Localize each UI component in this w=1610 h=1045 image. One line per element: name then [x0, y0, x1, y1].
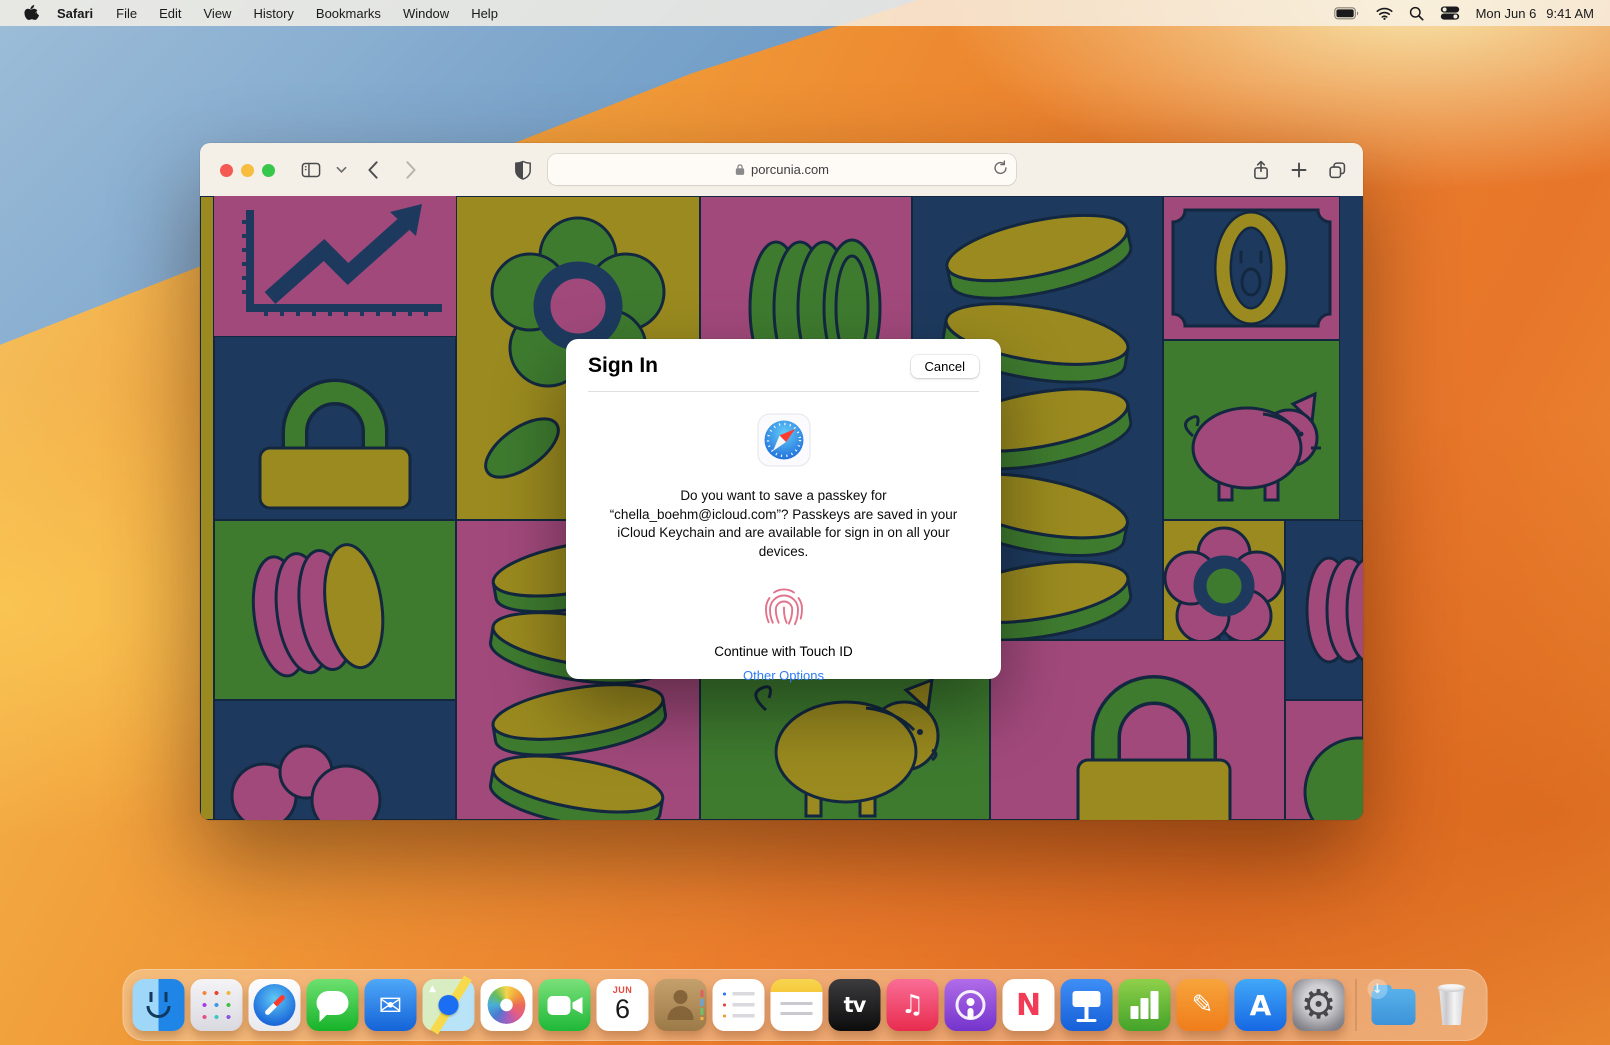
sidebar-toggle-icon[interactable]	[298, 157, 324, 183]
dock-icon-glyph	[150, 992, 153, 1002]
share-icon[interactable]	[1248, 157, 1274, 183]
dock-icon-safari[interactable]	[249, 979, 301, 1031]
dock-icon-downloads[interactable]	[1368, 979, 1420, 1031]
dock-icon-keynote[interactable]	[1061, 979, 1113, 1031]
dock-icon-glyph	[147, 1006, 171, 1018]
dock-icon-tv[interactable]	[829, 979, 881, 1031]
dock-icon-glyph	[1141, 998, 1149, 1019]
dock-icon-glyph	[488, 986, 526, 1024]
status-date: Mon Jun 6	[1476, 6, 1537, 21]
dock-icon-glyph	[1085, 1007, 1089, 1019]
dock-icon-reminders[interactable]	[713, 979, 765, 1031]
touch-id-icon	[760, 584, 808, 632]
dock-icon-glyph	[1439, 987, 1465, 1025]
dock-icon-glyph	[548, 996, 571, 1015]
new-tab-icon[interactable]	[1286, 157, 1312, 183]
dock-icon-glyph	[674, 990, 688, 1004]
dock-icon-app-store[interactable]	[1235, 979, 1287, 1031]
battery-icon[interactable]	[1334, 7, 1360, 20]
status-time: 9:41 AM	[1546, 6, 1594, 21]
dock-icon-glyph	[320, 1010, 332, 1022]
dock-trailing	[1368, 979, 1478, 1031]
back-button-icon[interactable]	[360, 157, 386, 183]
dock-icon-maps[interactable]	[423, 979, 475, 1031]
menu-app-name[interactable]: Safari	[46, 6, 105, 21]
dock-icon-news[interactable]	[1003, 979, 1055, 1031]
zoom-window-button[interactable]	[262, 164, 275, 177]
menu-view[interactable]: View	[193, 6, 243, 21]
menu-items: FileEditViewHistoryBookmarksWindowHelp	[105, 6, 509, 21]
menu-bar-clock[interactable]: Mon Jun 6 9:41 AM	[1476, 6, 1594, 21]
control-center-icon[interactable]	[1440, 6, 1460, 20]
lock-icon	[735, 163, 745, 176]
dock-icon-glyph	[967, 998, 975, 1006]
privacy-shield-icon[interactable]	[510, 157, 536, 183]
dialog-body: Do you want to save a passkey for “chell…	[566, 392, 1001, 683]
dock-icon-glyph	[668, 1006, 694, 1020]
forward-button-icon[interactable]	[398, 157, 424, 183]
menu-window[interactable]: Window	[392, 6, 460, 21]
dock-icon-glyph	[1131, 1006, 1139, 1019]
address-bar[interactable]: porcunia.com	[548, 154, 1016, 185]
dock-icon-calendar[interactable]	[597, 979, 649, 1031]
dock-icon-podcasts[interactable]	[945, 979, 997, 1031]
dock-icon-facetime[interactable]	[539, 979, 591, 1031]
dock-icon-trash[interactable]	[1426, 979, 1478, 1031]
minimize-window-button[interactable]	[241, 164, 254, 177]
menu-bar-status: Mon Jun 6 9:41 AM	[1334, 6, 1594, 21]
dock-icon-pages[interactable]	[1177, 979, 1229, 1031]
dock-icon-glyph	[439, 995, 459, 1015]
menu-bar-left: Safari FileEditViewHistoryBookmarksWindo…	[16, 5, 509, 22]
chevron-down-icon[interactable]	[328, 157, 354, 183]
dialog-header: Sign In Cancel	[566, 339, 1001, 378]
dock-icon-messages[interactable]	[307, 979, 359, 1031]
reload-icon[interactable]	[993, 160, 1008, 179]
tab-overview-icon[interactable]	[1324, 157, 1350, 183]
traffic-lights	[220, 164, 275, 177]
dock-icon-glyph	[573, 997, 583, 1014]
menu-history[interactable]: History	[242, 6, 304, 21]
dock-icon-mail[interactable]	[365, 979, 417, 1031]
dock-icon-glyph	[1073, 991, 1101, 1007]
menu-help[interactable]: Help	[460, 6, 509, 21]
dialog-title: Sign In	[588, 354, 658, 378]
menu-bookmarks[interactable]: Bookmarks	[305, 6, 392, 21]
cancel-button[interactable]: Cancel	[911, 355, 979, 378]
dock-icon-glyph	[1438, 984, 1466, 992]
dock-icon-launchpad[interactable]	[191, 979, 243, 1031]
dock-icon-photos[interactable]	[481, 979, 533, 1031]
dock-icon-contacts[interactable]	[655, 979, 707, 1031]
menu-bar: Safari FileEditViewHistoryBookmarksWindo…	[0, 0, 1610, 26]
url-text: porcunia.com	[751, 162, 829, 177]
wifi-icon[interactable]	[1376, 7, 1393, 20]
close-window-button[interactable]	[220, 164, 233, 177]
dock-apps	[133, 979, 1345, 1031]
spotlight-search-icon[interactable]	[1409, 6, 1424, 21]
other-options-link[interactable]: Other Options	[743, 668, 824, 683]
safari-toolbar: porcunia.com	[200, 143, 1363, 197]
dock-icon-numbers[interactable]	[1119, 979, 1171, 1031]
passkey-dialog: Sign In Cancel Do you want to save a pas…	[566, 339, 1001, 679]
menu-file[interactable]: File	[105, 6, 148, 21]
dialog-message: Do you want to save a passkey for “chell…	[593, 487, 975, 561]
dock-separator	[1356, 979, 1357, 1031]
dock-icon-glyph	[1372, 989, 1416, 1025]
safari-app-icon	[757, 413, 811, 467]
continue-with-touch-id-label: Continue with Touch ID	[714, 644, 853, 659]
dock-icon-finder[interactable]	[133, 979, 185, 1031]
menu-edit[interactable]: Edit	[148, 6, 192, 21]
dock-icon-notes[interactable]	[771, 979, 823, 1031]
dock	[123, 969, 1488, 1041]
dock-icon-system-settings[interactable]	[1293, 979, 1345, 1031]
apple-menu-icon[interactable]	[16, 5, 46, 22]
dock-icon-music[interactable]	[887, 979, 939, 1031]
